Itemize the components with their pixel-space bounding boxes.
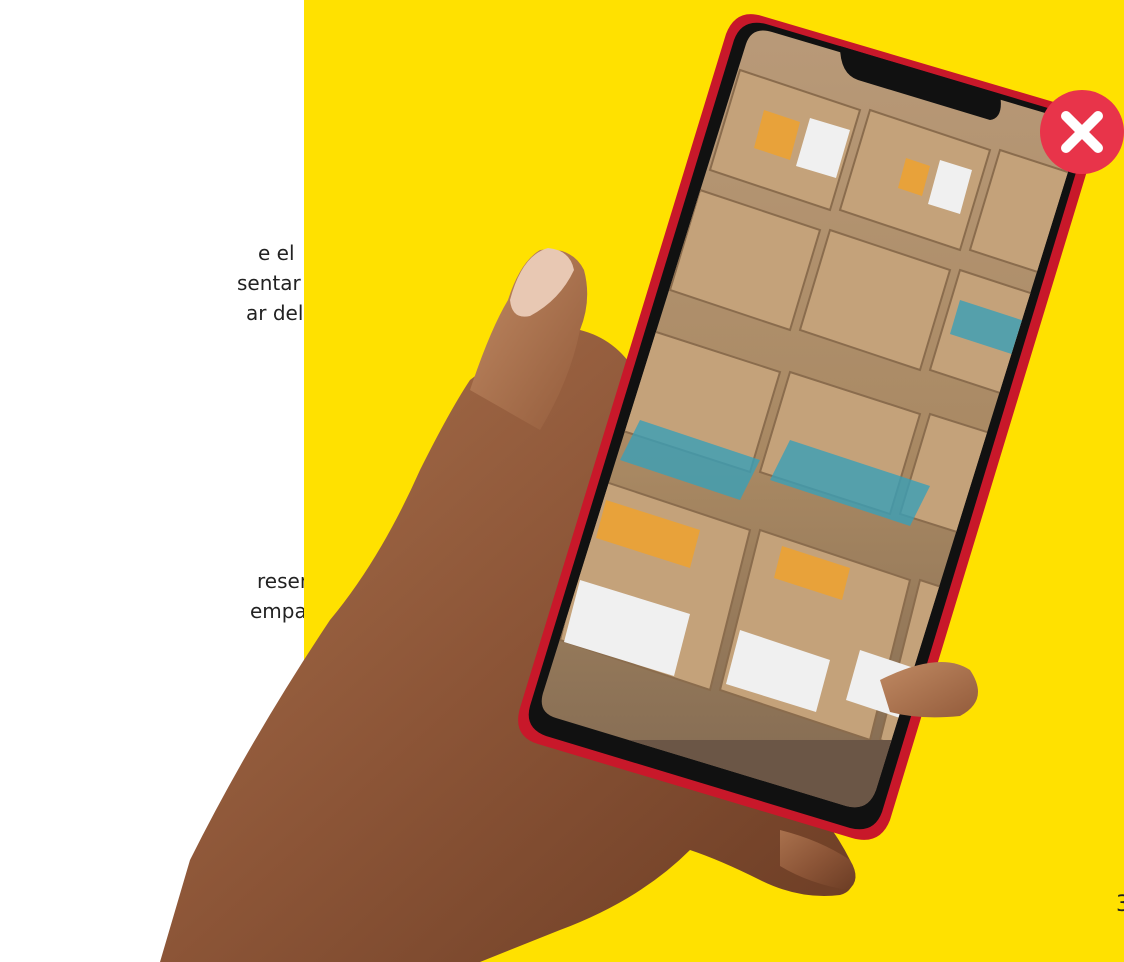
hand-holding-phone-illustration — [160, 14, 1096, 962]
close-button[interactable] — [1036, 86, 1124, 178]
